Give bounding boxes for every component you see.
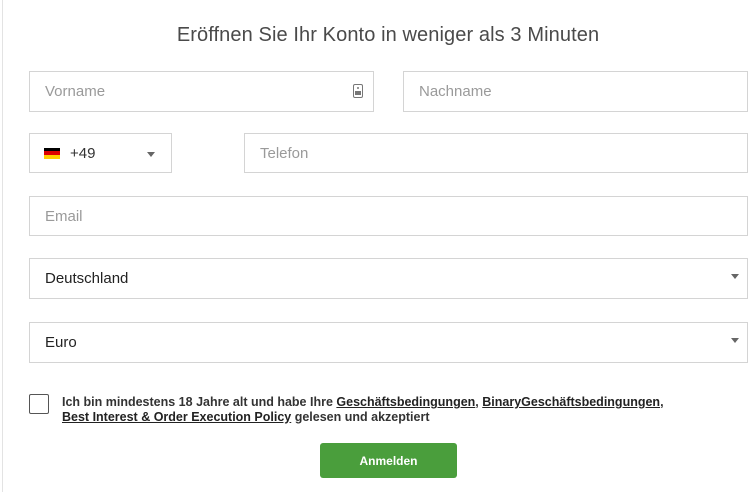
firstname-input[interactable]	[30, 72, 373, 111]
lastname-input[interactable]	[404, 72, 747, 111]
phone-input[interactable]	[245, 134, 747, 172]
currency-select[interactable]: Euro	[29, 322, 748, 363]
frame-left-border	[2, 0, 3, 492]
de-flag-icon	[44, 147, 60, 159]
country-select-value: Deutschland	[45, 270, 129, 287]
currency-select-value: Euro	[45, 334, 77, 351]
email-input[interactable]	[30, 197, 747, 235]
submit-button[interactable]: Anmelden	[320, 443, 457, 478]
page-title: Eröffnen Sie Ihr Konto in weniger als 3 …	[176, 24, 600, 46]
terms-link-binary-conditions[interactable]: BinaryGeschäftsbedingungen	[482, 395, 660, 409]
phone-field[interactable]	[244, 133, 748, 173]
terms-link-execution-policy[interactable]: Best Interest & Order Execution Policy	[62, 410, 291, 424]
country-select[interactable]: Deutschland	[29, 258, 748, 299]
chevron-down-icon	[147, 152, 155, 157]
country-code-select[interactable]: +49	[29, 133, 172, 173]
terms-link-conditions[interactable]: Geschäftsbedingungen	[336, 395, 475, 409]
firstname-field[interactable]	[29, 71, 374, 112]
chevron-down-icon	[731, 338, 739, 343]
terms-text-end: gelesen und akzeptiert	[291, 410, 430, 424]
terms-separator: ,	[660, 395, 664, 409]
terms-text-start: Ich bin mindestens 18 Jahre alt und habe…	[62, 395, 337, 409]
terms-label: Ich bin mindestens 18 Jahre alt und habe…	[62, 395, 722, 425]
contact-card-icon[interactable]	[353, 84, 363, 98]
email-field[interactable]	[29, 196, 748, 236]
terms-checkbox[interactable]	[29, 394, 49, 414]
lastname-field[interactable]	[403, 71, 748, 112]
chevron-down-icon	[731, 274, 739, 279]
country-code-value: +49	[70, 144, 96, 162]
